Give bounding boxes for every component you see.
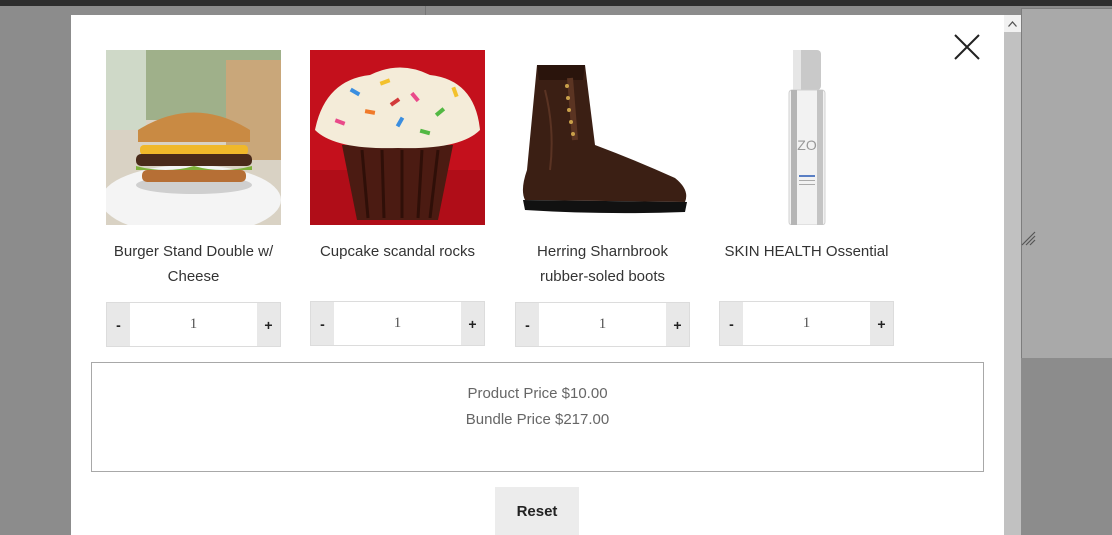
decrease-quantity-button[interactable]: - <box>720 302 743 345</box>
product-name: Herring Sharnbrook rubber-soled boots <box>537 243 668 285</box>
decrease-quantity-button[interactable]: - <box>311 302 334 345</box>
product-name: SKIN HEALTH Ossential <box>724 243 889 260</box>
product-card: Cupcake scandal rocks <box>310 50 485 264</box>
product-price: Product Price $10.00 <box>467 385 608 402</box>
burger-image[interactable] <box>106 50 281 225</box>
scroll-up-arrow-icon[interactable] <box>1004 15 1021 32</box>
increase-quantity-button[interactable]: + <box>257 303 280 346</box>
quantity-stepper: - 1 + <box>310 301 485 346</box>
quantity-value[interactable]: 1 <box>334 302 461 345</box>
decrease-quantity-button[interactable]: - <box>107 303 130 346</box>
svg-text:ZO: ZO <box>797 137 817 153</box>
background-side-panel <box>1021 8 1112 358</box>
increase-quantity-button[interactable]: + <box>461 302 484 345</box>
reset-button[interactable]: Reset <box>495 487 579 535</box>
quantity-stepper: - 1 + <box>106 302 281 347</box>
background-divider <box>425 6 426 15</box>
bundle-modal: Burger Stand Double w/ Cheese - 1 + Cupc… <box>71 15 1004 535</box>
product-name: Cupcake scandal rocks <box>319 243 476 260</box>
background-top-bar <box>0 0 1112 6</box>
product-card: ZO SKIN HEALTH Ossential <box>719 50 894 264</box>
quantity-value[interactable]: 1 <box>539 303 666 346</box>
decrease-quantity-button[interactable]: - <box>516 303 539 346</box>
boot-image[interactable] <box>515 50 690 225</box>
product-card: Burger Stand Double w/ Cheese <box>106 50 281 289</box>
increase-quantity-button[interactable]: + <box>666 303 689 346</box>
price-summary: Product Price $10.00 Bundle Price $217.0… <box>91 362 984 472</box>
close-icon[interactable] <box>952 32 982 62</box>
quantity-stepper: - 1 + <box>719 301 894 346</box>
skincare-bottle-image[interactable]: ZO <box>719 50 894 225</box>
resize-handle-icon[interactable] <box>1020 230 1036 246</box>
increase-quantity-button[interactable]: + <box>870 302 893 345</box>
product-name: Burger Stand Double w/ Cheese <box>113 243 274 285</box>
cupcake-image[interactable] <box>310 50 485 225</box>
quantity-value[interactable]: 1 <box>130 303 257 346</box>
quantity-value[interactable]: 1 <box>743 302 870 345</box>
modal-scrollbar[interactable] <box>1004 15 1021 535</box>
quantity-stepper: - 1 + <box>515 302 690 347</box>
product-card: Herring Sharnbrook rubber-soled boots <box>515 50 690 289</box>
bundle-price: Bundle Price $217.00 <box>465 411 610 428</box>
